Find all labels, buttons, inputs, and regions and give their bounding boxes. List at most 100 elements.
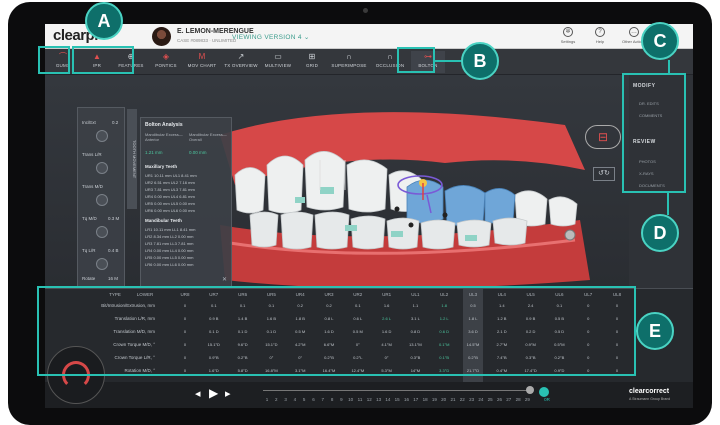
stage-number[interactable]: 17 xyxy=(412,397,420,402)
stage-number[interactable]: 2 xyxy=(272,397,280,402)
app-header: clearpl E. LEMON-MERENGUE CASE #089833 ·… xyxy=(45,24,693,49)
callout-b-box xyxy=(397,47,435,73)
stage-number[interactable]: 21 xyxy=(449,397,457,402)
stage-number[interactable]: 8 xyxy=(328,397,336,402)
stage-number[interactable]: 9 xyxy=(337,397,345,402)
stage-number[interactable]: 25 xyxy=(486,397,494,402)
stage-number[interactable]: 5 xyxy=(300,397,308,402)
toolbar-multiview-button[interactable]: ▭ MULTIVIEW xyxy=(261,51,295,73)
stage-number[interactable]: 10 xyxy=(347,397,355,402)
stage-number[interactable]: 27 xyxy=(505,397,513,402)
pontics-icon: ◈ xyxy=(162,52,170,61)
stage-number[interactable]: 14 xyxy=(384,397,392,402)
more-icon: … xyxy=(629,27,639,37)
superimpose-icon: ∩ xyxy=(346,52,352,61)
bolton-row: LR3 7.81 mm LL3 7.81 mm xyxy=(145,241,194,246)
stage-number[interactable]: 16 xyxy=(403,397,411,402)
help-button[interactable]: ? Help xyxy=(585,27,615,44)
settings-button[interactable]: ✲ Settings xyxy=(553,27,583,44)
tq-md-value: 0.3 M xyxy=(108,216,120,221)
stage-number[interactable]: 26 xyxy=(496,397,504,402)
callout-c-line xyxy=(668,60,670,74)
next-stage-button[interactable]: ▸ xyxy=(225,387,231,400)
timeline-track[interactable] xyxy=(263,390,533,391)
3d-viewport[interactable]: Inc/Ext 0.2 Trans L/R Trans M/D Tq M/D 0… xyxy=(45,75,693,288)
stage-number[interactable]: 24 xyxy=(477,397,485,402)
tq-lr-value: 0.4 B xyxy=(108,248,119,253)
toolbar-tx-overview-button[interactable]: ↗ TX OVERVIEW xyxy=(223,51,259,73)
callout-d: D xyxy=(641,214,679,252)
brand-logo: clearcorrect xyxy=(629,388,670,395)
stage-number[interactable]: 22 xyxy=(458,397,466,402)
tooth-movement-panel: Inc/Ext 0.2 Trans L/R Trans M/D Tq M/D 0… xyxy=(77,107,125,287)
bolton-row: LR4 0.00 mm LL4 0.00 mm xyxy=(145,248,194,253)
toolbar-superimpose-button[interactable]: ∩ SUPERIMPOSE xyxy=(329,51,369,73)
stage-number[interactable]: 4 xyxy=(291,397,299,402)
undo-redo-icon[interactable]: ↺↻ xyxy=(593,167,615,181)
tq-md-control[interactable] xyxy=(96,226,108,238)
bolton-row: LR1 10.11 mm LL1 8.41 mm xyxy=(145,227,196,232)
callout-e: E xyxy=(636,312,674,350)
trans-md-control[interactable] xyxy=(96,194,108,206)
anterior-excess-value: 1.21 mm xyxy=(145,150,163,155)
bolton-analysis-panel: Bolton Analysis Mandibular Excess—Anteri… xyxy=(140,117,232,287)
bolton-row: UR6 0.00 mm UL6 0.00 mm xyxy=(145,208,195,213)
callout-c: C xyxy=(641,22,679,60)
callout-d-line xyxy=(667,193,669,215)
callout-a-box xyxy=(38,46,70,74)
stage-number[interactable]: 1 xyxy=(263,397,271,402)
overall-excess-value: 0.00 mm xyxy=(189,150,207,155)
toolbar-grid-button[interactable]: ⊞ GRID xyxy=(297,51,327,73)
case-info: CASE #089833 · UNLIMITED xyxy=(177,38,237,43)
toolbar-pontics-button[interactable]: ◈ PONTICS xyxy=(151,51,181,73)
tooth-movement-tab[interactable]: TOOTH MOVEMENT xyxy=(127,109,137,209)
mov-chart-icon: M xyxy=(198,52,206,61)
bolton-row: UR1 10.11 mm UL1 8.41 mm xyxy=(145,173,197,178)
view-toolbar: ⌒ GUMS ▲ IPR ⊕ FEATURES ◈ PONTICS M MOV … xyxy=(45,49,693,75)
timeline-handle[interactable] xyxy=(526,386,534,394)
toolbar-mov-chart-button[interactable]: M MOV CHART xyxy=(185,51,219,73)
bolton-row: UR3 7.81 mm UL3 7.81 mm xyxy=(145,187,195,192)
multiview-icon: ▭ xyxy=(274,52,282,61)
callout-b: B xyxy=(461,42,499,80)
end-stage-marker[interactable] xyxy=(539,387,549,397)
stage-number[interactable]: 15 xyxy=(393,397,401,402)
stage-number[interactable]: 18 xyxy=(421,397,429,402)
timeline-bar: ◂ ▶ ▸ 1 2 3 4 5 6 7 8 9 10 11 12 13 14 15 16 17 18 19 20 21 2… xyxy=(45,346,693,408)
bolton-row: LR5 0.00 mm LL5 0.00 mm xyxy=(145,255,194,260)
orientation-icon[interactable]: ⊟ xyxy=(585,125,621,149)
rotate-value: 16 M xyxy=(108,276,119,281)
bolton-title: Bolton Analysis xyxy=(145,122,183,128)
callout-a-box xyxy=(72,46,134,74)
prev-stage-button[interactable]: ◂ xyxy=(195,387,201,400)
stage-number[interactable]: 19 xyxy=(430,397,438,402)
stage-number[interactable]: 6 xyxy=(310,397,318,402)
version-selector[interactable]: VIEWING VERSION 4 ⌄ xyxy=(232,33,310,41)
callout-cd-box xyxy=(622,73,686,193)
stage-number[interactable]: 28 xyxy=(514,397,522,402)
stage-number[interactable]: 7 xyxy=(319,397,327,402)
stage-number[interactable]: 13 xyxy=(375,397,383,402)
stage-number[interactable]: 3 xyxy=(282,397,290,402)
callout-a: A xyxy=(85,2,123,40)
bolton-row: LR2 8.34 mm LL2 0.00 mm xyxy=(145,234,194,239)
camera-dot xyxy=(363,8,368,13)
tx-overview-icon: ↗ xyxy=(237,52,245,61)
patient-avatar xyxy=(152,27,171,46)
grid-icon: ⊞ xyxy=(308,52,316,61)
tq-lr-control[interactable] xyxy=(96,258,108,270)
play-button[interactable]: ▶ xyxy=(209,386,218,400)
stage-number[interactable]: 11 xyxy=(356,397,364,402)
stage-number[interactable]: 20 xyxy=(440,397,448,402)
close-icon[interactable]: ✕ xyxy=(222,276,227,283)
bolton-row: UR4 0.00 mm UL4 6.81 mm xyxy=(145,194,195,199)
stage-number[interactable]: 23 xyxy=(468,397,476,402)
help-icon: ? xyxy=(595,27,605,37)
stage-number[interactable]: 12 xyxy=(365,397,373,402)
bolton-row: UR2 6.51 mm UL2 7.16 mm xyxy=(145,180,195,185)
bolton-row: UR5 0.00 mm UL5 0.00 mm xyxy=(145,201,195,206)
inc-ext-control[interactable] xyxy=(96,130,108,142)
callout-e-box xyxy=(37,286,636,376)
stage-number[interactable]: 29 xyxy=(523,397,531,402)
trans-lr-control[interactable] xyxy=(96,162,108,174)
